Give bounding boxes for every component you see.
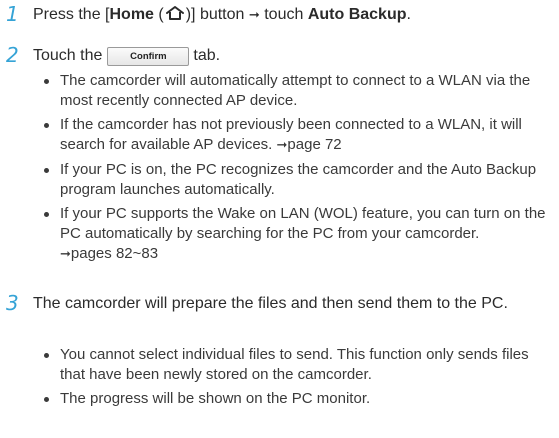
step-1-end: . [406,6,411,23]
right-arrow-icon: ➞ [248,8,260,23]
step-2-text: Touch the Confirm tab. [33,45,220,66]
step-number: 3 [6,291,19,315]
list-item: If the camcorder has not previously been… [0,115,552,156]
step-1-prefix: Press the [ [33,6,110,23]
list-item: The progress will be shown on the PC mon… [0,389,552,409]
right-arrow-icon: ➞ [60,247,71,262]
step-2-suffix: tab. [193,47,221,64]
list-item: If your PC is on, the PC recognizes the … [0,160,552,200]
step-3-text: The camcorder will prepare the files and… [33,295,508,312]
step-1-text: Press the [Home ( )] button ➞ touch Auto … [33,4,411,26]
touch-text: touch [259,6,308,23]
home-icon [165,6,184,20]
page-reference[interactable]: ➞page 72 [277,136,342,153]
list-item: If your PC supports the Wake on LAN (WOL… [0,204,552,265]
list-item: You cannot select individual files to se… [0,345,552,385]
step-2-prefix: Touch the [33,47,103,64]
home-open: ( [153,6,164,23]
list-item: The camcorder will automatically attempt… [0,71,552,111]
home-close: )] button [185,6,249,23]
step-number: 2 [6,43,19,67]
step-2-bullets: The camcorder will automatically attempt… [0,71,559,269]
confirm-tab-button[interactable]: Confirm [107,47,190,66]
home-label: Home [109,6,154,23]
step-number: 1 [6,2,19,26]
page-reference[interactable]: ➞pages 82~83 [60,245,158,262]
auto-backup-label: Auto Backup [307,6,407,23]
step-3-bullets: You cannot select individual files to se… [0,345,559,413]
right-arrow-icon: ➞ [276,138,288,153]
